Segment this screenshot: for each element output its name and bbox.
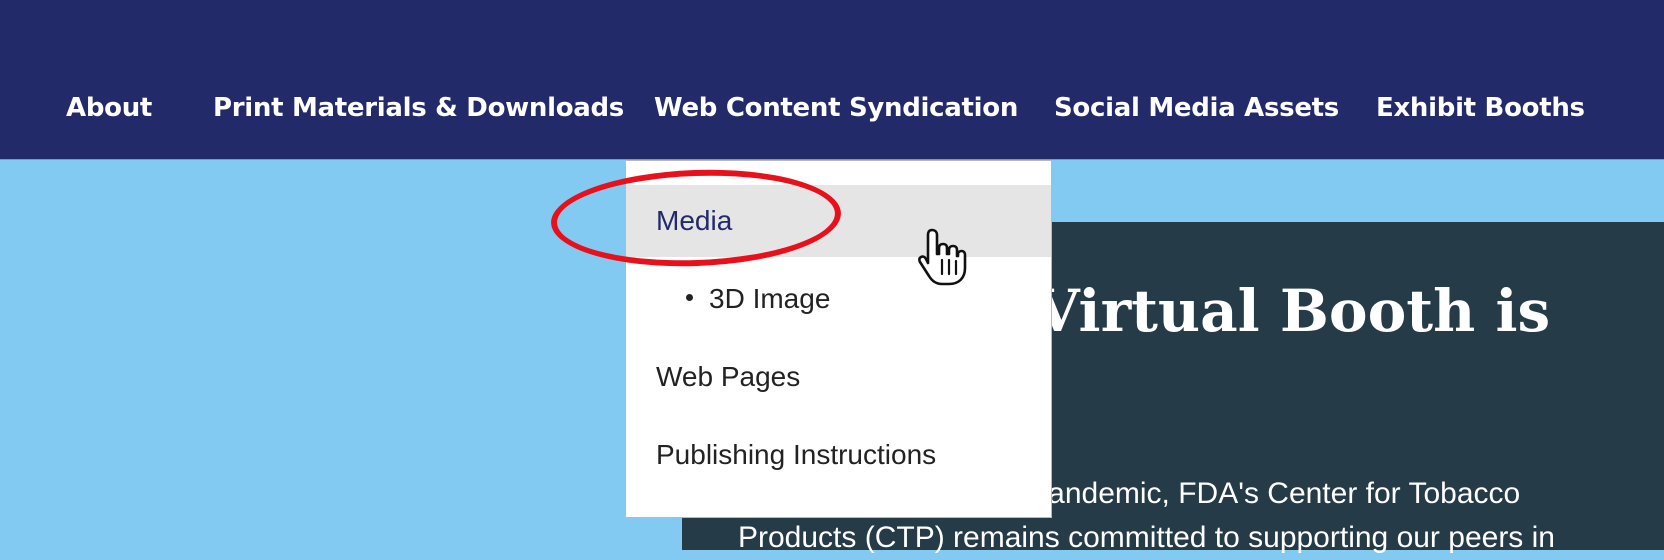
hand-pointer-icon: [918, 228, 967, 286]
nav-item-about[interactable]: About: [66, 90, 152, 126]
dropdown-item-publishing-instructions[interactable]: Publishing Instructions: [626, 419, 1051, 491]
dropdown-item-media-label: Media: [656, 205, 733, 236]
nav-item-print-materials[interactable]: Print Materials & Downloads: [213, 90, 624, 126]
web-content-syndication-dropdown: Media 3D Image Web Pages Publishing Inst…: [625, 160, 1052, 518]
dropdown-item-publishing-instructions-label: Publishing Instructions: [656, 439, 937, 470]
dropdown-subitem-3d-image-label: 3D Image: [709, 283, 831, 314]
bullet-icon: [686, 294, 693, 302]
top-navigation-bar: About Print Materials & Downloads Web Co…: [0, 0, 1664, 160]
dropdown-item-web-pages-label: Web Pages: [656, 361, 801, 392]
nav-item-social-media-assets[interactable]: Social Media Assets: [1054, 90, 1339, 126]
dropdown-item-media[interactable]: Media: [626, 185, 1051, 257]
dropdown-item-web-pages[interactable]: Web Pages: [626, 341, 1051, 413]
nav-item-exhibit-booths[interactable]: Exhibit Booths: [1376, 90, 1585, 126]
dropdown-subitem-3d-image[interactable]: 3D Image: [626, 263, 1051, 335]
nav-item-web-content-syndication[interactable]: Web Content Syndication: [654, 90, 1018, 126]
